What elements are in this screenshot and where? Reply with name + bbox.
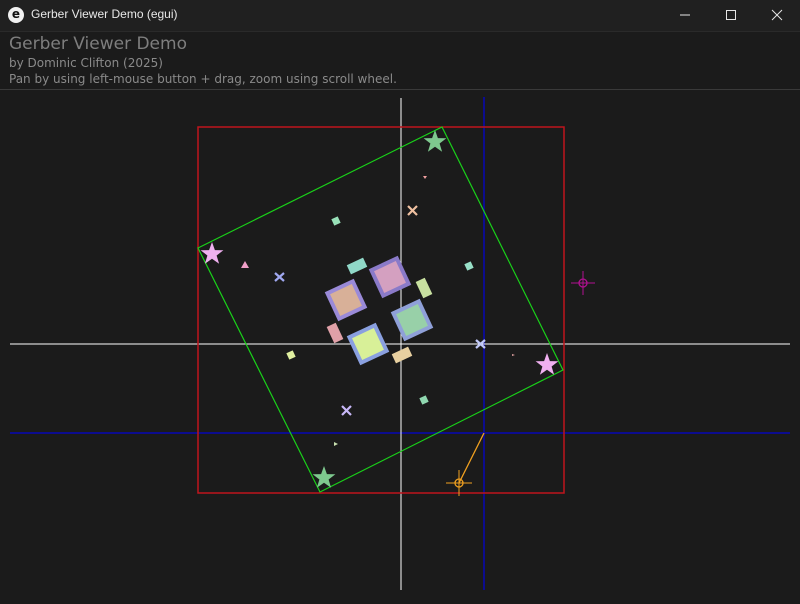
close-button[interactable] [754,0,800,31]
rotated-board-outline [197,126,564,493]
triangle-marker [512,354,515,356]
via-pad [464,261,474,271]
pad-rect [391,346,413,364]
gerber-canvas[interactable] [0,90,800,600]
pad-square-top [368,255,412,299]
gerber-viewport[interactable] [0,90,800,600]
page-title: Gerber Viewer Demo [9,34,187,54]
header: Gerber Viewer Demo by Dominic Clifton (2… [9,34,397,87]
minimize-button[interactable] [662,0,708,31]
triangle-marker [423,176,427,179]
triangle-marker [241,261,249,268]
pad-rect [415,277,433,299]
close-icon [771,9,783,21]
pad-square-right [390,298,434,342]
pad-rect [326,322,344,344]
target-marker-magenta [571,271,595,295]
instructions-label: Pan by using left-mouse button + drag, z… [9,72,397,86]
triangle-marker [334,442,338,446]
via-pad [419,395,429,405]
cross-marker [407,205,418,216]
via-pad [331,216,341,226]
pad-rect [346,257,368,275]
cross-marker [274,272,285,282]
pad-square-bottom [346,322,390,366]
via-pad [286,350,296,360]
author-label: by Dominic Clifton (2025) [9,56,163,70]
maximize-button[interactable] [708,0,754,31]
pad-square-left [324,278,368,322]
window-title: Gerber Viewer Demo (egui) [31,7,178,21]
star-marker [535,353,559,375]
app-icon: e [8,7,24,23]
cross-marker [341,405,352,416]
minimize-icon [680,14,690,16]
star-marker [423,130,447,152]
bounding-box [197,126,565,494]
target-marker-orange [446,432,485,496]
title-bar[interactable]: e Gerber Viewer Demo (egui) [0,0,800,32]
maximize-icon [726,10,736,20]
